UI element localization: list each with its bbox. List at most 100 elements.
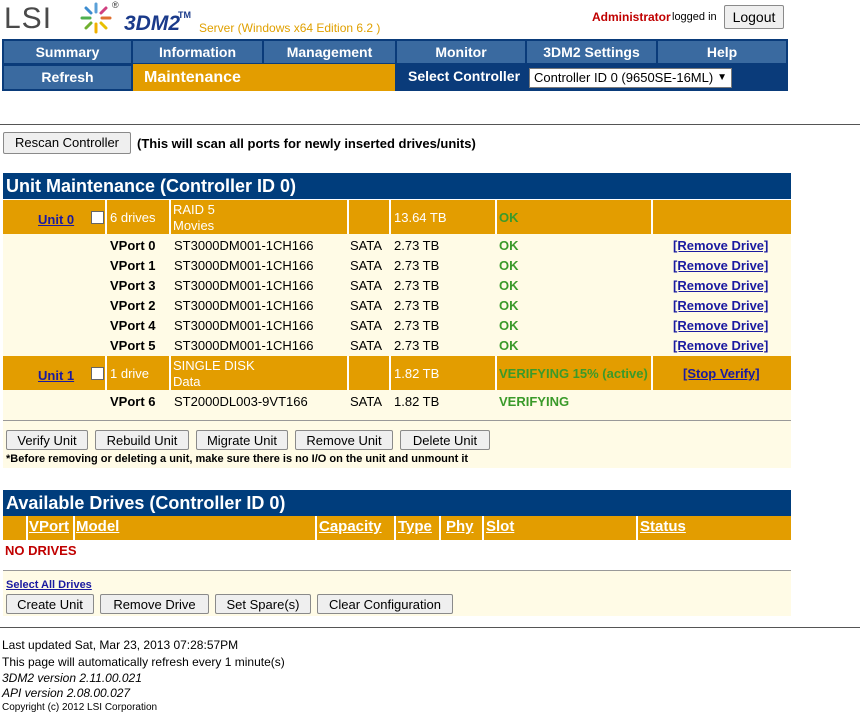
drive-status: OK <box>499 298 519 313</box>
drive-capacity: 2.73 TB <box>394 318 440 333</box>
drive-capacity: 2.73 TB <box>394 338 440 353</box>
remove-unit-button[interactable]: Remove Unit <box>295 430 393 450</box>
tab-summary[interactable]: Summary <box>4 41 131 63</box>
unit-0-checkbox[interactable] <box>91 211 104 224</box>
drive-type: SATA <box>350 278 383 293</box>
drive-model: ST3000DM001-1CH166 <box>174 318 314 333</box>
refresh-note: This page will automatically refresh eve… <box>2 655 285 669</box>
drive-type: SATA <box>350 394 383 409</box>
unit-1-status: VERIFYING 15% (active) <box>499 366 648 381</box>
remove-drive-link[interactable]: [Remove Drive] <box>673 338 768 353</box>
migrate-unit-button[interactable]: Migrate Unit <box>196 430 288 450</box>
drive-type: SATA <box>350 298 383 313</box>
server-info: Server (Windows x64 Edition 6.2 ) <box>199 21 381 35</box>
logout-button[interactable]: Logout <box>724 5 784 29</box>
drive-vport: VPort 0 <box>110 238 156 253</box>
app-name: 3DM2 <box>124 12 181 35</box>
unit-1-name: Data <box>173 374 201 389</box>
drive-vport: VPort 3 <box>110 278 156 293</box>
column-capacity[interactable]: Capacity <box>319 518 382 535</box>
rescan-controller-button[interactable]: Rescan Controller <box>3 132 131 154</box>
drive-status: OK <box>499 238 519 253</box>
drive-capacity: 2.73 TB <box>394 238 440 253</box>
unit-maintenance-header: Unit Maintenance (Controller ID 0) <box>3 173 791 199</box>
drive-vport: VPort 5 <box>110 338 156 353</box>
select-controller-label: Select Controller <box>408 68 521 84</box>
drive-status: OK <box>499 278 519 293</box>
delete-unit-button[interactable]: Delete Unit <box>400 430 490 450</box>
remove-drive-link[interactable]: [Remove Drive] <box>673 318 768 333</box>
unit-1-checkbox[interactable] <box>91 367 104 380</box>
available-drives-header: Available Drives (Controller ID 0) <box>3 490 791 516</box>
tab-management[interactable]: Management <box>264 41 395 63</box>
unit-1-link[interactable]: Unit 1 <box>38 368 74 383</box>
unit-1-raid: SINGLE DISK <box>173 358 255 373</box>
tab-3dm2-settings[interactable]: 3DM2 Settings <box>527 41 656 63</box>
tab-information[interactable]: Information <box>133 41 262 63</box>
chevron-down-icon: ▼ <box>717 72 727 83</box>
column-status[interactable]: Status <box>640 518 686 535</box>
unit-warning-note: *Before removing or deleting a unit, mak… <box>6 453 469 465</box>
drive-capacity: 1.82 TB <box>394 394 440 409</box>
column-phy[interactable]: Phy <box>446 518 474 535</box>
rebuild-unit-button[interactable]: Rebuild Unit <box>95 430 189 450</box>
no-drives-message: NO DRIVES <box>5 543 77 558</box>
drive-type: SATA <box>350 318 383 333</box>
tab-help[interactable]: Help <box>658 41 786 63</box>
stop-verify-link[interactable]: [Stop Verify] <box>683 366 760 381</box>
column-type[interactable]: Type <box>398 518 432 535</box>
registered-mark: ® <box>112 0 119 10</box>
refresh-button[interactable]: Refresh <box>4 66 131 89</box>
drive-vport: VPort 2 <box>110 298 156 313</box>
divider <box>0 124 860 125</box>
drive-model: ST2000DL003-9VT166 <box>174 394 308 409</box>
remove-drive-link[interactable]: [Remove Drive] <box>673 258 768 273</box>
drive-status: VERIFYING <box>499 394 570 409</box>
drive-status: OK <box>499 318 519 333</box>
copyright: Copyright (c) 2012 LSI Corporation <box>2 702 158 713</box>
unit-0-link[interactable]: Unit 0 <box>38 212 74 227</box>
unit-0-name: Movies <box>173 218 215 233</box>
rescan-note: (This will scan all ports for newly inse… <box>137 136 476 151</box>
create-unit-button[interactable]: Create Unit <box>6 594 94 614</box>
controller-select[interactable]: Controller ID 0 (9650SE-16ML) ▼ <box>529 68 732 88</box>
user-name: Administrator <box>592 10 671 24</box>
api-version: API version 2.08.00.027 <box>2 686 131 700</box>
verify-unit-button[interactable]: Verify Unit <box>6 430 88 450</box>
trademark-mark: TM <box>178 10 191 20</box>
drive-type: SATA <box>350 338 383 353</box>
drive-status: OK <box>499 258 519 273</box>
tab-monitor[interactable]: Monitor <box>397 41 525 63</box>
select-all-drives-link[interactable]: Select All Drives <box>6 579 92 591</box>
drive-capacity: 2.73 TB <box>394 298 440 313</box>
unit-1-drive-count: 1 drive <box>110 366 150 381</box>
clear-configuration-button[interactable]: Clear Configuration <box>317 594 453 614</box>
current-page-maintenance: Maintenance <box>133 64 395 91</box>
drive-model: ST3000DM001-1CH166 <box>174 338 314 353</box>
remove-drive-button[interactable]: Remove Drive <box>100 594 209 614</box>
remove-drive-link[interactable]: [Remove Drive] <box>673 238 768 253</box>
drive-capacity: 2.73 TB <box>394 278 440 293</box>
column-slot[interactable]: Slot <box>486 518 514 535</box>
lsi-logo-text: LSI <box>4 2 53 35</box>
drive-type: SATA <box>350 238 383 253</box>
drive-model: ST3000DM001-1CH166 <box>174 278 314 293</box>
remove-drive-link[interactable]: [Remove Drive] <box>673 278 768 293</box>
lsi-starburst-logo-icon <box>80 2 112 34</box>
remove-drive-link[interactable]: [Remove Drive] <box>673 298 768 313</box>
drive-vport: VPort 4 <box>110 318 156 333</box>
3dm2-version: 3DM2 version 2.11.00.021 <box>2 671 142 685</box>
drive-vport: VPort 6 <box>110 394 156 409</box>
drive-model: ST3000DM001-1CH166 <box>174 238 314 253</box>
drive-model: ST3000DM001-1CH166 <box>174 258 314 273</box>
last-updated: Last updated Sat, Mar 23, 2013 07:28:57P… <box>2 638 239 652</box>
drive-status: OK <box>499 338 519 353</box>
unit-0-status: OK <box>499 210 519 225</box>
column-vport[interactable]: VPort <box>29 518 69 535</box>
drive-vport: VPort 1 <box>110 258 156 273</box>
column-model[interactable]: Model <box>76 518 119 535</box>
unit-1-capacity: 1.82 TB <box>394 366 440 381</box>
logged-in-text: logged in <box>672 11 717 23</box>
set-spares-button[interactable]: Set Spare(s) <box>215 594 311 614</box>
controller-select-value: Controller ID 0 (9650SE-16ML) <box>534 70 714 85</box>
